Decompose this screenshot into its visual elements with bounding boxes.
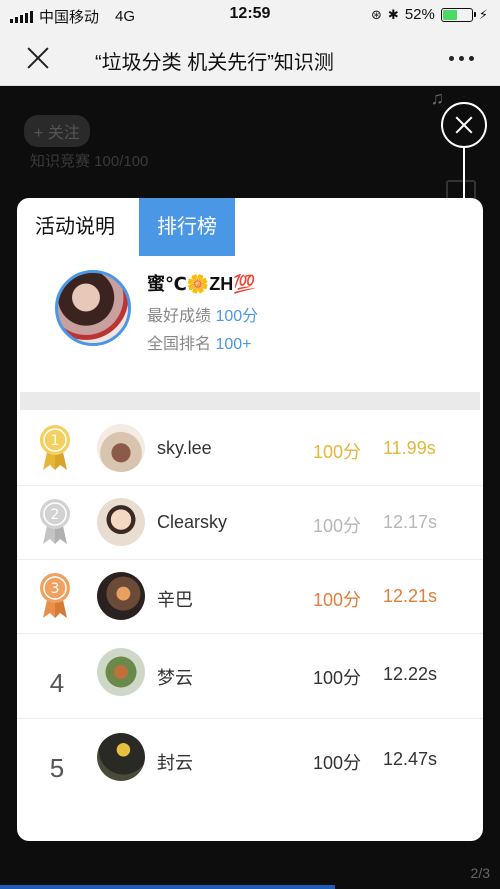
- player-score: 100分: [313, 668, 362, 688]
- modal-close-connector: [463, 148, 465, 198]
- leaderboard-card: 活动说明 排行榜 蜜℃🌼ZH💯 最好成绩 100分 全国排名 100+ 1 sk…: [17, 198, 483, 841]
- table-row[interactable]: 2 Clearsky 100分 12.17s: [17, 486, 483, 560]
- rank-label: 全国排名: [147, 336, 212, 353]
- rank-value: 100+: [215, 336, 252, 353]
- charging-icon: ⚡: [478, 6, 488, 22]
- background-subtitle: 知识竞赛 100/100: [30, 153, 149, 170]
- follow-button: + 关注: [24, 115, 90, 147]
- tab-bar: 活动说明 排行榜: [17, 198, 483, 256]
- best-label: 最好成绩: [147, 308, 212, 325]
- player-score: 100分: [313, 753, 362, 773]
- player-score: 100分: [313, 442, 362, 462]
- avatar: [97, 733, 145, 781]
- player-name: 封云: [157, 753, 193, 773]
- leaderboard-list: 1 sky.lee 100分 11.99s 2 Clearsky 100分 12…: [17, 412, 483, 803]
- silver-medal-icon: 2: [37, 498, 73, 546]
- player-name: 梦云: [157, 668, 193, 688]
- modal-close-icon[interactable]: [441, 102, 487, 148]
- svg-text:2: 2: [51, 507, 60, 523]
- player-name: sky.lee: [157, 438, 212, 458]
- best-value: 100分: [215, 308, 259, 325]
- player-time: 12.17s: [383, 512, 438, 532]
- table-row[interactable]: 3 辛巴 100分 12.21s: [17, 560, 483, 634]
- player-name: Clearsky: [157, 512, 228, 532]
- tab-leaderboard[interactable]: 排行榜: [139, 198, 235, 256]
- more-icon[interactable]: [449, 56, 474, 61]
- music-icon: ♫: [430, 88, 445, 108]
- progress-bar: [0, 885, 335, 889]
- player-time: 12.47s: [383, 749, 438, 769]
- status-bar: 中国移动 4G 12:59 ⊛ ✱ 52% ⚡: [0, 0, 500, 30]
- svg-text:3: 3: [51, 581, 60, 597]
- rank-number: 4: [49, 668, 65, 698]
- avatar: [97, 648, 145, 696]
- table-row[interactable]: 5 封云 100分 12.47s: [17, 719, 483, 803]
- player-time: 12.21s: [383, 586, 438, 606]
- svg-text:1: 1: [51, 433, 60, 449]
- avatar: [97, 572, 145, 620]
- my-name: 蜜℃🌼ZH💯: [147, 274, 256, 294]
- my-best-score: 最好成绩 100分: [147, 302, 258, 326]
- battery-icon: [440, 7, 476, 22]
- my-score-panel: 蜜℃🌼ZH💯 最好成绩 100分 全国排名 100+: [17, 256, 483, 390]
- table-row[interactable]: 1 sky.lee 100分 11.99s: [17, 412, 483, 486]
- battery-percent: 52%: [404, 6, 435, 23]
- page-indicator: 2/3: [470, 865, 490, 881]
- page-title: “垃圾分类 机关先行”知识测: [95, 52, 334, 74]
- avatar: [97, 498, 145, 546]
- divider: [20, 392, 480, 410]
- player-time: 12.22s: [383, 664, 438, 684]
- title-bar: “垃圾分类 机关先行”知识测: [0, 30, 500, 86]
- gold-medal-icon: 1: [37, 424, 73, 472]
- rank-number: 5: [49, 753, 65, 783]
- table-row[interactable]: 4 梦云 100分 12.22s: [17, 634, 483, 719]
- lock-rotation-icon: ⊛: [371, 6, 382, 22]
- my-rank: 全国排名 100+: [147, 330, 252, 354]
- player-time: 11.99s: [383, 438, 436, 458]
- player-name: 辛巴: [157, 590, 193, 610]
- status-right: ⊛ ✱ 52% ⚡: [371, 6, 488, 23]
- bluetooth-icon: ✱: [387, 6, 399, 22]
- bronze-medal-icon: 3: [37, 572, 73, 620]
- avatar: [97, 424, 145, 472]
- tab-activity-info[interactable]: 活动说明: [17, 198, 133, 256]
- close-icon[interactable]: [24, 44, 52, 72]
- avatar: [55, 270, 131, 346]
- player-score: 100分: [313, 516, 362, 536]
- player-score: 100分: [313, 590, 362, 610]
